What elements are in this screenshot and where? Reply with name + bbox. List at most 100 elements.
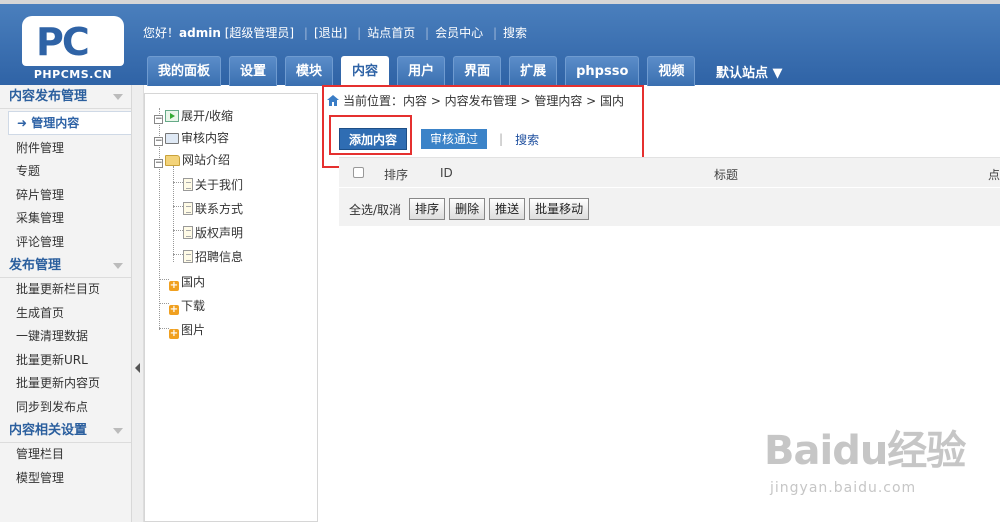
column-title[interactable]: 标题 bbox=[714, 166, 738, 183]
collapse-left-icon bbox=[135, 363, 140, 373]
sidebar-item-topics[interactable]: 专题 bbox=[0, 160, 131, 184]
minus-box-icon: − bbox=[154, 158, 163, 168]
sidebar-item-update-category-pages[interactable]: 批量更新栏目页 bbox=[0, 278, 131, 302]
delete-button[interactable]: 删除 bbox=[449, 198, 486, 220]
column-sort[interactable]: 排序 bbox=[384, 166, 408, 183]
tab-video[interactable]: 视频 bbox=[647, 56, 696, 86]
tree-node-download[interactable]: + 下载 bbox=[169, 297, 205, 315]
sort-button[interactable]: 排序 bbox=[409, 198, 446, 220]
sidebar-section-content-settings[interactable]: 内容相关设置 bbox=[0, 419, 131, 443]
sidebar-item-update-url[interactable]: 批量更新URL bbox=[0, 349, 131, 373]
sidebar-item-generate-home[interactable]: 生成首页 bbox=[0, 302, 131, 326]
sidebar-item-model-manage[interactable]: 模型管理 bbox=[0, 467, 131, 491]
tab-settings[interactable]: 设置 bbox=[229, 56, 278, 86]
tree-node-label: 关于我们 bbox=[195, 178, 244, 192]
caret-down-icon: ▼ bbox=[768, 66, 783, 81]
batch-move-button[interactable]: 批量移动 bbox=[529, 198, 590, 220]
logo-mark: PC bbox=[22, 16, 124, 66]
monitor-icon bbox=[165, 133, 179, 144]
baidu-watermark: Baidu经验 jingyan.baidu.com bbox=[764, 418, 966, 496]
sidebar-section-publish[interactable]: 发布管理 bbox=[0, 254, 131, 278]
folder-open-icon bbox=[165, 155, 180, 166]
tree-audit-content[interactable]: − 审核内容 bbox=[154, 129, 229, 146]
section-title: 内容相关设置 bbox=[9, 423, 88, 438]
tab-dashboard[interactable]: 我的面板 bbox=[147, 56, 222, 86]
sidebar-item-label: 管理内容 bbox=[31, 116, 80, 130]
section-title: 发布管理 bbox=[9, 258, 62, 273]
site-select-dropdown[interactable]: 默认站点 ▼ bbox=[716, 62, 783, 81]
tree-node-label: 展开/收缩 bbox=[181, 109, 234, 123]
member-center-link[interactable]: 会员中心 bbox=[435, 26, 483, 40]
document-icon bbox=[183, 250, 193, 263]
tree-node-label: 审核内容 bbox=[181, 131, 230, 145]
sidebar-collapse-handle[interactable] bbox=[132, 85, 144, 522]
tree-node-label: 版权声明 bbox=[195, 226, 244, 240]
chevron-down-icon bbox=[113, 94, 123, 100]
sidebar-item-attachments[interactable]: 附件管理 bbox=[0, 137, 131, 161]
sidebar-section-content-publish[interactable]: 内容发布管理 bbox=[0, 85, 131, 109]
greeting: 您好！ bbox=[143, 26, 180, 40]
select-all-toggle[interactable]: 全选/取消 bbox=[349, 201, 401, 218]
sidebar-item-collect[interactable]: 采集管理 bbox=[0, 207, 131, 231]
table-header: 排序 ID 标题 点 bbox=[339, 158, 1000, 188]
tree-node-about[interactable]: 关于我们 bbox=[183, 176, 243, 193]
tree-node-label: 网站介绍 bbox=[182, 153, 231, 167]
plus-icon: + bbox=[169, 304, 179, 315]
document-icon bbox=[183, 226, 193, 239]
logout-link[interactable]: [退出] bbox=[314, 26, 347, 40]
search-link[interactable]: 搜索 bbox=[503, 26, 527, 40]
tree-site-intro[interactable]: − 网站介绍 bbox=[154, 151, 230, 168]
site-select-label: 默认站点 bbox=[716, 66, 769, 81]
sidebar-item-manage-content[interactable]: ➜ 管理内容 bbox=[8, 111, 131, 135]
tree-expand-collapse[interactable]: − 展开/收缩 bbox=[154, 107, 233, 124]
phpcms-logo[interactable]: PC PHPCMS.CN bbox=[14, 10, 132, 84]
sidebar-item-update-content-pages[interactable]: 批量更新内容页 bbox=[0, 372, 131, 396]
user-bar: 您好！admin [超级管理员] | [退出] | 站点首页 | 会员中心 | 搜索 bbox=[143, 26, 527, 40]
tab-modules[interactable]: 模块 bbox=[285, 56, 334, 86]
tab-content[interactable]: 内容 bbox=[341, 56, 390, 86]
select-all-checkbox[interactable] bbox=[353, 167, 364, 178]
tree-node-domestic[interactable]: + 国内 bbox=[169, 273, 205, 291]
tree-node-copyright[interactable]: 版权声明 bbox=[183, 224, 243, 241]
tree-node-pictures[interactable]: + 图片 bbox=[169, 321, 205, 339]
chevron-down-icon bbox=[113, 263, 123, 269]
column-id[interactable]: ID bbox=[440, 166, 453, 180]
site-home-link[interactable]: 站点首页 bbox=[367, 26, 415, 40]
push-button[interactable]: 推送 bbox=[489, 198, 526, 220]
left-sidebar: 内容发布管理 ➜ 管理内容 附件管理 专题 碎片管理 采集管理 评论管理 发布管… bbox=[0, 85, 132, 522]
plus-icon: + bbox=[169, 280, 179, 291]
sidebar-item-comments[interactable]: 评论管理 bbox=[0, 231, 131, 255]
chevron-down-icon bbox=[113, 428, 123, 434]
minus-box-icon: − bbox=[154, 114, 163, 124]
tab-users[interactable]: 用户 bbox=[397, 56, 446, 86]
category-tree: − 展开/收缩 − 审核内容 − 网站介绍 关于我们 联系方式 版权声明 招聘信息 +… bbox=[144, 93, 318, 522]
user-role: [超级管理员] bbox=[224, 26, 295, 40]
highlight-box-add bbox=[329, 115, 412, 155]
section-title: 内容发布管理 bbox=[9, 89, 88, 104]
tab-interface[interactable]: 界面 bbox=[453, 56, 502, 86]
plus-icon: + bbox=[169, 328, 179, 339]
sidebar-item-clean-data[interactable]: 一键清理数据 bbox=[0, 325, 131, 349]
username: admin bbox=[179, 26, 221, 40]
top-header: PC PHPCMS.CN 您好！admin [超级管理员] | [退出] | 站点首… bbox=[0, 0, 1000, 86]
logo-text: PHPCMS.CN bbox=[33, 68, 113, 81]
sidebar-item-sync-publish[interactable]: 同步到发布点 bbox=[0, 396, 131, 420]
tree-node-jobs[interactable]: 招聘信息 bbox=[183, 248, 243, 265]
sidebar-item-fragments[interactable]: 碎片管理 bbox=[0, 184, 131, 208]
tree-node-label: 招聘信息 bbox=[195, 250, 244, 264]
main-tabs: 我的面板 设置 模块 内容 用户 界面 扩展 phpsso 视频 bbox=[147, 56, 703, 86]
expand-toggle-icon bbox=[165, 110, 179, 122]
document-icon bbox=[183, 178, 193, 191]
sidebar-item-manage-categories[interactable]: 管理栏目 bbox=[0, 443, 131, 467]
content-table: 排序 ID 标题 点 全选/取消 排序 删除 推送 批量移动 bbox=[339, 157, 1000, 226]
watermark-brand: Baidu经验 bbox=[764, 428, 966, 474]
bulk-actions: 全选/取消 排序 删除 推送 批量移动 bbox=[349, 198, 590, 220]
watermark-url: jingyan.baidu.com bbox=[770, 480, 917, 496]
logo-letters: PC bbox=[36, 20, 90, 64]
tab-extend[interactable]: 扩展 bbox=[509, 56, 558, 86]
document-icon bbox=[183, 202, 193, 215]
tree-node-label: 图片 bbox=[181, 323, 206, 337]
tree-node-contact[interactable]: 联系方式 bbox=[183, 200, 243, 217]
column-clicks[interactable]: 点 bbox=[988, 166, 1000, 183]
tab-phpsso[interactable]: phpsso bbox=[565, 56, 640, 86]
